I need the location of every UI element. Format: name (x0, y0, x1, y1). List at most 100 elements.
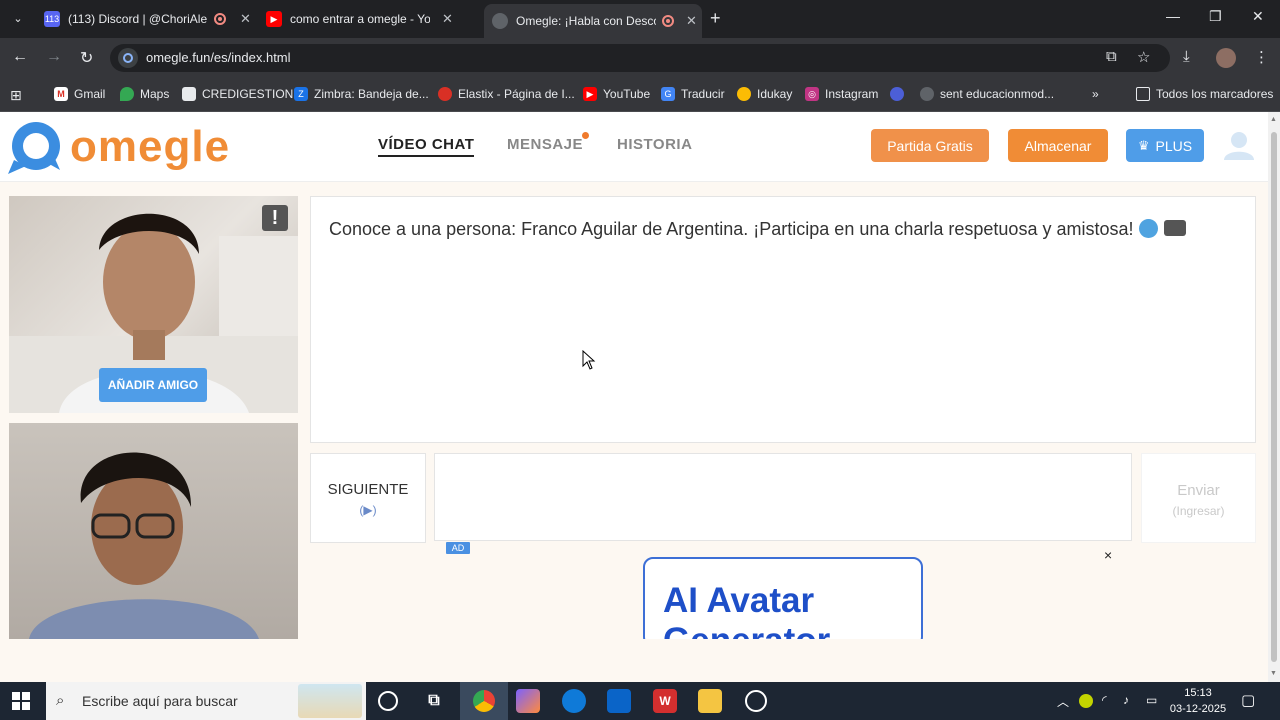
bookmark-gmail[interactable]: M Gmail (54, 87, 105, 101)
user-icon[interactable] (1222, 130, 1256, 160)
next-button[interactable]: SIGUIENTE (▶) (310, 453, 426, 543)
download-icon[interactable]: ⤓ (1183, 48, 1190, 65)
bookmarks-bar: ⊞ M Gmail Maps CREDIGESTION Z Zimbra: Band… (0, 78, 1280, 112)
bookmark-credigestion[interactable]: CREDIGESTION (182, 87, 293, 101)
self-video-frame (29, 452, 259, 639)
more-bookmarks-icon[interactable]: » (1092, 87, 1099, 101)
bookmark-youtube[interactable]: ▶ YouTube (583, 87, 650, 101)
tray-overflow-icon[interactable]: ︿ (1057, 693, 1069, 710)
volume-icon[interactable]: ♪ (1123, 693, 1129, 707)
send-button[interactable]: Enviar (Ingresar) (1141, 453, 1256, 543)
close-tab-icon[interactable]: ✕ (442, 11, 453, 27)
copilot-icon[interactable] (516, 689, 540, 713)
tab-title: como entrar a omegle - YouTube (290, 12, 430, 26)
obs-icon[interactable] (745, 690, 767, 712)
ad-title: AI Avatar Generator (663, 581, 831, 647)
idukay-icon (737, 87, 751, 101)
store-button[interactable]: Almacenar (1008, 129, 1108, 162)
message-input[interactable] (434, 453, 1132, 541)
edge-icon[interactable] (562, 689, 586, 713)
tray-app-icon[interactable] (1079, 694, 1093, 708)
restore-icon[interactable]: ❐ (1209, 8, 1222, 25)
folder-icon (1136, 87, 1150, 101)
crown-icon: ♛ (1137, 137, 1150, 153)
wps-icon[interactable]: W (653, 689, 677, 713)
ad-clip (641, 639, 925, 659)
gmail-icon: M (54, 87, 68, 101)
browser-tabstrip: ⌄ 113 (113) Discord | @ChoriAle ✕ ▶ como… (0, 0, 1280, 38)
close-tab-icon[interactable]: ✕ (686, 13, 697, 29)
minimize-icon[interactable]: — (1166, 8, 1180, 24)
outlook-icon[interactable] (607, 689, 631, 713)
omegle-logo[interactable]: omegle (8, 120, 230, 174)
chrome-taskbar-app[interactable] (460, 682, 508, 720)
notifications-icon[interactable]: ▢ (1241, 691, 1255, 709)
bookmark-star-icon[interactable]: ☆ (1137, 48, 1150, 66)
close-tab-icon[interactable]: ✕ (240, 11, 251, 27)
clock-time: 15:13 (1184, 687, 1212, 699)
windows-start-icon[interactable] (12, 692, 30, 710)
search-highlight-image (298, 684, 362, 718)
install-app-icon[interactable]: ⧉ (1106, 48, 1117, 65)
profile-avatar[interactable] (1216, 48, 1236, 68)
ad-banner[interactable]: AI Avatar Generator (643, 557, 923, 647)
bookmark-maps[interactable]: Maps (120, 87, 169, 101)
instagram-icon: ◎ (805, 87, 819, 101)
task-view-icon[interactable]: ⧉ (422, 689, 446, 713)
cortana-icon[interactable] (378, 691, 398, 711)
chat-message-text: Conoce a una persona: Franco Aguilar de … (329, 219, 1134, 239)
discord-icon: 113 (44, 11, 60, 27)
plus-button[interactable]: ♛ PLUS (1126, 129, 1204, 162)
bookmark-all[interactable]: Todos los marcadores (1136, 87, 1273, 101)
bookmark-instagram[interactable]: ◎ Instagram (805, 87, 878, 101)
bookmark-idukay[interactable]: Idukay (737, 87, 792, 101)
tab-discord[interactable]: 113 (113) Discord | @ChoriAle ✕ (36, 6, 256, 32)
forward-icon[interactable]: → (46, 48, 62, 66)
wifi-icon[interactable]: ◜ (1102, 693, 1107, 707)
tab-omegle[interactable]: Omegle: ¡Habla con Desconocidos! ✕ (484, 4, 702, 38)
free-match-button[interactable]: Partida Gratis (871, 129, 989, 162)
site-header: omegle VÍDEO CHAT MENSAJE HISTORIA Parti… (0, 112, 1268, 182)
send-label: Enviar (1177, 482, 1220, 499)
scrollbar-thumb[interactable] (1271, 132, 1277, 662)
page-scrollbar[interactable]: ▲ ▼ (1268, 112, 1280, 682)
bookmark-traducir[interactable]: G Traducir (661, 87, 725, 101)
bookmark-dot[interactable] (890, 87, 910, 101)
menu-kebab-icon[interactable]: ⋮ (1254, 48, 1269, 66)
nav-historia[interactable]: HISTORIA (617, 136, 692, 153)
nav-video-chat[interactable]: VÍDEO CHAT (378, 136, 475, 157)
taskbar-clock[interactable]: 15:13 03-12-2025 (1168, 685, 1228, 717)
file-explorer-icon[interactable] (698, 689, 722, 713)
search-icon: ⌕ (56, 692, 65, 709)
tab-youtube[interactable]: ▶ como entrar a omegle - YouTube ✕ (258, 6, 478, 32)
scroll-down-icon[interactable]: ▼ (1270, 670, 1277, 677)
reload-icon[interactable]: ↻ (80, 48, 93, 68)
ad-close-icon[interactable]: × (1104, 547, 1112, 563)
next-label: SIGUIENTE (327, 481, 409, 498)
nav-mensaje[interactable]: MENSAJE (507, 136, 583, 153)
site-info-icon[interactable] (118, 48, 138, 68)
page-icon (182, 87, 196, 101)
search-placeholder: Escribe aquí para buscar (82, 693, 238, 709)
battery-icon[interactable]: ▭ (1146, 693, 1157, 707)
taskbar-search-box[interactable]: ⌕ Escribe aquí para buscar (46, 682, 366, 720)
back-icon[interactable]: ← (12, 48, 28, 66)
url-text[interactable]: omegle.fun/es/index.html (146, 50, 291, 65)
tab-title: (113) Discord | @ChoriAle (68, 12, 208, 26)
report-button[interactable]: ! (262, 205, 288, 231)
omegle-logo-icon (8, 122, 60, 174)
close-window-icon[interactable]: ✕ (1252, 8, 1264, 25)
globe-icon (492, 13, 508, 29)
apps-grid-icon[interactable]: ⊞ (10, 87, 22, 104)
page-viewport: omegle VÍDEO CHAT MENSAJE HISTORIA Parti… (0, 112, 1268, 682)
bookmark-sent[interactable]: sent educacionmod... (920, 87, 1054, 101)
bookmark-elastix[interactable]: Elastix - Página de I... (438, 87, 575, 101)
tab-search-icon[interactable]: ⌄ (8, 8, 28, 28)
address-bar[interactable]: omegle.fun/es/index.html (110, 44, 1170, 72)
self-video (9, 423, 298, 639)
recording-icon (662, 15, 674, 27)
new-tab-icon[interactable]: + (710, 8, 721, 29)
add-friend-button[interactable]: AÑADIR AMIGO (99, 368, 207, 402)
scroll-up-icon[interactable]: ▲ (1270, 116, 1277, 123)
bookmark-zimbra[interactable]: Z Zimbra: Bandeja de... (294, 87, 429, 101)
